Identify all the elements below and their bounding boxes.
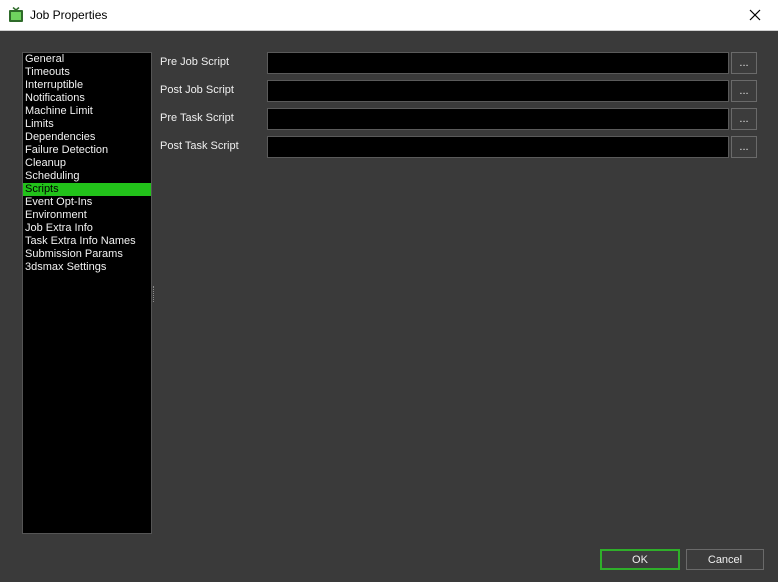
nav-item-event-opt-ins[interactable]: Event Opt-Ins xyxy=(23,196,151,209)
nav-item-3dsmax-settings[interactable]: 3dsmax Settings xyxy=(23,261,151,274)
splitter-handle[interactable] xyxy=(153,286,156,302)
post-job-script-row: Post Job Script ... xyxy=(160,80,760,102)
nav-item-timeouts[interactable]: Timeouts xyxy=(23,66,151,79)
title-bar: Job Properties xyxy=(0,0,778,31)
cancel-button[interactable]: Cancel xyxy=(686,549,764,570)
app-tv-icon xyxy=(9,7,23,22)
nav-item-limits[interactable]: Limits xyxy=(23,118,151,131)
post-task-script-row: Post Task Script ... xyxy=(160,136,760,158)
pre-job-script-label: Pre Job Script xyxy=(160,56,230,68)
post-task-script-browse-button[interactable]: ... xyxy=(731,136,757,158)
nav-item-machine-limit[interactable]: Machine Limit xyxy=(23,105,151,118)
nav-item-scheduling[interactable]: Scheduling xyxy=(23,170,151,183)
nav-item-dependencies[interactable]: Dependencies xyxy=(23,131,151,144)
pre-task-script-label: Pre Task Script xyxy=(160,112,234,124)
close-button[interactable] xyxy=(732,0,778,30)
nav-item-interruptible[interactable]: Interruptible xyxy=(23,79,151,92)
post-job-script-input[interactable] xyxy=(267,80,729,102)
post-job-script-label: Post Job Script xyxy=(160,84,234,96)
nav-item-cleanup[interactable]: Cleanup xyxy=(23,157,151,170)
window-title: Job Properties xyxy=(30,8,108,22)
post-job-script-browse-button[interactable]: ... xyxy=(731,80,757,102)
post-task-script-label: Post Task Script xyxy=(160,140,239,152)
nav-item-task-extra-info-names[interactable]: Task Extra Info Names xyxy=(23,235,151,248)
nav-item-submission-params[interactable]: Submission Params xyxy=(23,248,151,261)
pre-job-script-row: Pre Job Script ... xyxy=(160,52,760,74)
nav-item-failure-detection[interactable]: Failure Detection xyxy=(23,144,151,157)
pre-task-script-row: Pre Task Script ... xyxy=(160,108,760,130)
pre-job-script-input[interactable] xyxy=(267,52,729,74)
nav-item-notifications[interactable]: Notifications xyxy=(23,92,151,105)
ok-button[interactable]: OK xyxy=(600,549,680,570)
pre-job-script-browse-button[interactable]: ... xyxy=(731,52,757,74)
nav-item-job-extra-info[interactable]: Job Extra Info xyxy=(23,222,151,235)
nav-item-environment[interactable]: Environment xyxy=(23,209,151,222)
pre-task-script-browse-button[interactable]: ... xyxy=(731,108,757,130)
close-icon xyxy=(749,9,761,21)
post-task-script-input[interactable] xyxy=(267,136,729,158)
category-list[interactable]: General Timeouts Interruptible Notification… xyxy=(22,52,152,534)
dialog-body: General Timeouts Interruptible Notification… xyxy=(1,31,777,581)
pre-task-script-input[interactable] xyxy=(267,108,729,130)
nav-item-scripts[interactable]: Scripts xyxy=(23,183,151,196)
nav-item-general[interactable]: General xyxy=(23,53,151,66)
